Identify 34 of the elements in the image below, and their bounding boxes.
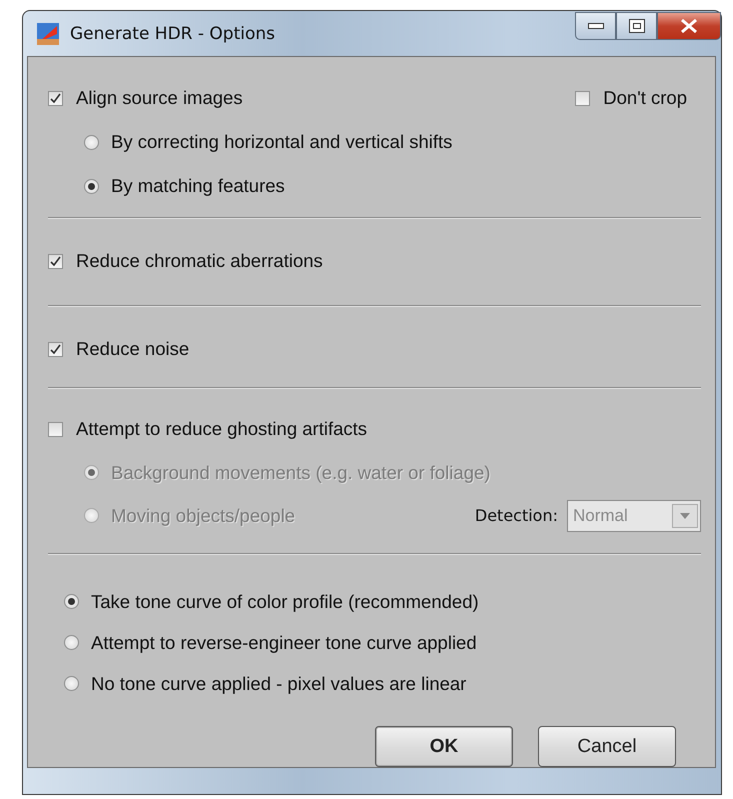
app-icon [36, 22, 60, 46]
radio-button[interactable] [84, 134, 99, 150]
checkbox-label: Reduce noise [76, 338, 190, 360]
detection-label: Detection: [474, 506, 558, 525]
checkbox-label: Attempt to reduce ghosting artifacts [76, 418, 368, 440]
radio-label: Take tone curve of color profile (recommended) [91, 590, 479, 612]
radio-label: No tone curve applied - pixel values are linear [91, 672, 466, 694]
maximize-icon [628, 19, 644, 33]
radio-label: By correcting horizontal and vertical shifts [111, 131, 452, 153]
checkbox[interactable] [48, 342, 63, 356]
radio-label: Moving objects/people [111, 504, 296, 526]
radio-button[interactable] [64, 676, 79, 691]
radio-label: By matching features [111, 175, 285, 197]
dialog-button[interactable]: Cancel [538, 726, 676, 767]
radio-button[interactable] [64, 635, 79, 650]
window-title: Generate HDR - Options [70, 24, 276, 44]
checkbox-label: Reduce chromatic aberrations [76, 250, 323, 272]
radio-label: Attempt to reverse-engineer tone curve applied [91, 632, 477, 654]
checkbox[interactable] [48, 254, 63, 268]
minimize-button[interactable] [575, 12, 616, 40]
radio-button[interactable] [64, 594, 79, 609]
checkbox[interactable] [48, 90, 63, 106]
checkbox-label: Align source images [76, 87, 243, 109]
caret-icon [680, 512, 690, 518]
checkbox[interactable] [575, 90, 590, 106]
minimize-icon [588, 23, 604, 29]
dialog-button[interactable]: OK [375, 726, 513, 767]
radio-label: Background movements (e.g. water or foliage) [111, 462, 490, 484]
maximize-button[interactable] [616, 12, 657, 40]
close-button[interactable] [657, 12, 721, 40]
close-icon [680, 19, 698, 33]
checkbox-label: Don't crop [603, 87, 687, 109]
radio-button[interactable] [84, 178, 99, 194]
checkbox[interactable] [48, 422, 63, 436]
